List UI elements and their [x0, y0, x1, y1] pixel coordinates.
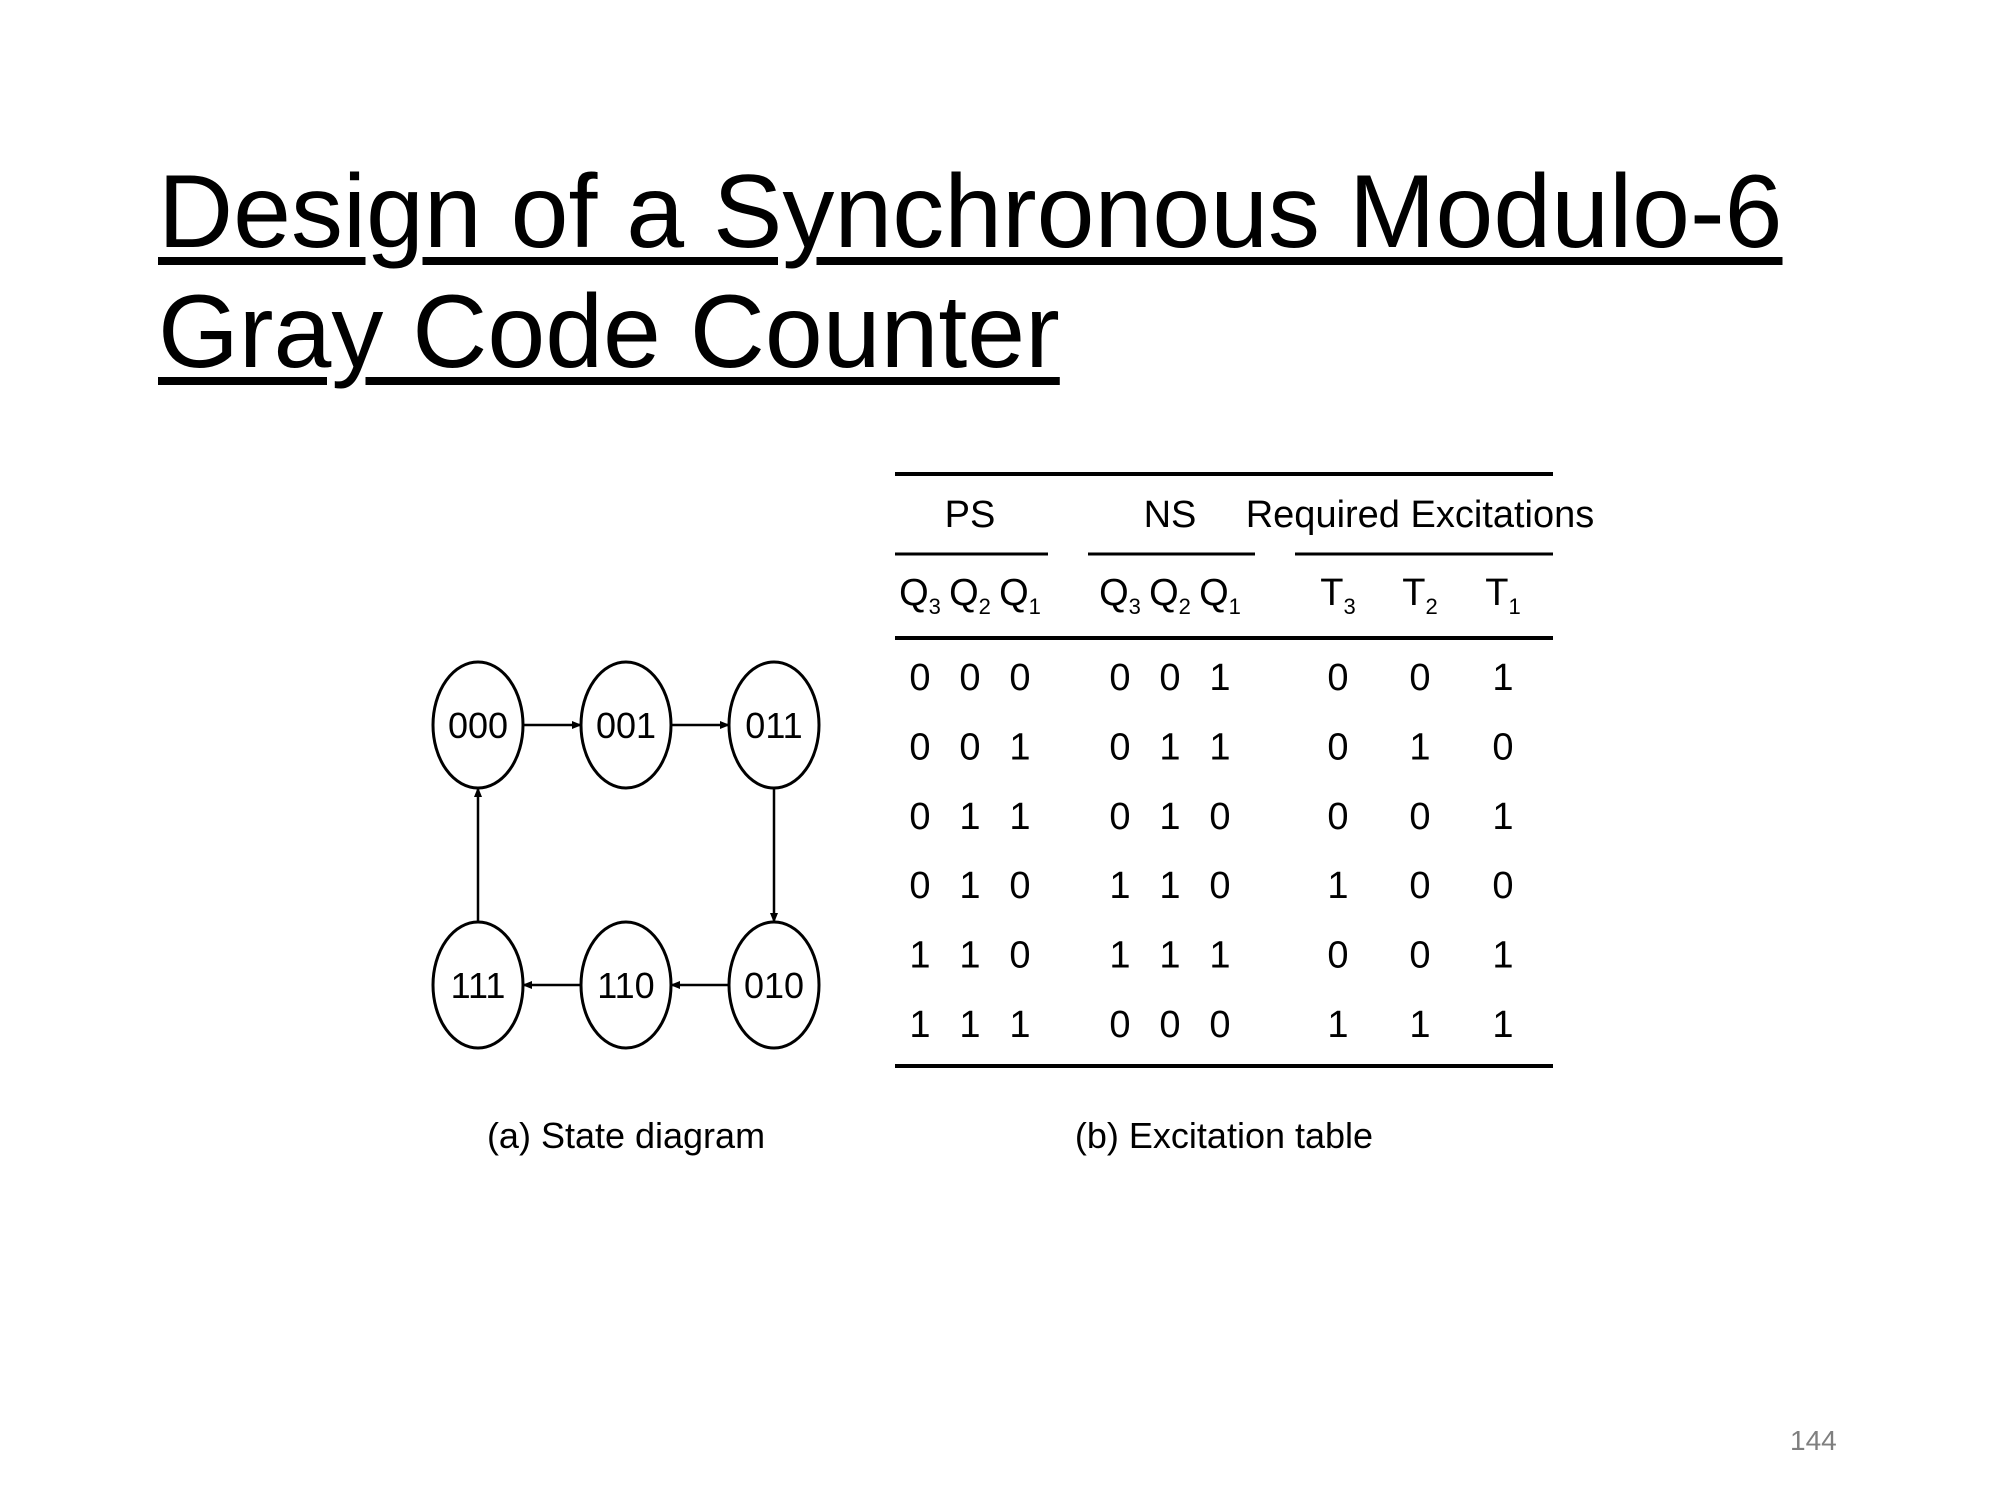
table-row: 010110100: [909, 865, 1513, 907]
column-header: Q3: [1099, 572, 1141, 619]
table-cell: 0: [1492, 726, 1513, 768]
table-cell: 0: [1109, 726, 1130, 768]
table-cell: 1: [959, 865, 980, 907]
table-cell: 1: [959, 935, 980, 977]
state-node-000: 000: [431, 660, 525, 790]
table-cell: 1: [1109, 865, 1130, 907]
table-cell: 0: [1327, 657, 1348, 699]
group-header-3: Required Excitations: [1246, 494, 1595, 536]
group-header-1: PS: [945, 494, 996, 536]
table-cell: 0: [1109, 657, 1130, 699]
table-cell: 0: [1409, 935, 1430, 977]
column-header: Q2: [1149, 572, 1191, 619]
table-row: 000001001: [909, 657, 1513, 699]
table-cell: 0: [959, 726, 980, 768]
state-label: 010: [744, 965, 804, 1006]
state-label: 011: [745, 705, 802, 746]
page-number: 144: [1790, 1425, 1837, 1456]
table-row: 011010001: [909, 796, 1513, 838]
table-cell: 0: [909, 865, 930, 907]
table-cell: 0: [1159, 657, 1180, 699]
table-cell: 1: [1492, 657, 1513, 699]
column-header: T2: [1402, 572, 1437, 619]
table-cell: 0: [909, 726, 930, 768]
column-header: T1: [1485, 572, 1520, 619]
table-cell: 1: [1109, 935, 1130, 977]
table-cell: 1: [1209, 726, 1230, 768]
table-cell: 0: [1209, 1004, 1230, 1046]
column-header: Q1: [1199, 572, 1241, 619]
table-cell: 1: [1009, 726, 1030, 768]
table-cell: 1: [909, 935, 930, 977]
table-cell: 1: [1327, 865, 1348, 907]
table-cell: 0: [1159, 1004, 1180, 1046]
figure: 000 001 011 010 110 111 (a) State diagram PS NS…: [0, 0, 2000, 1500]
table-cell: 1: [909, 1004, 930, 1046]
table-cell: 0: [909, 657, 930, 699]
table-cell: 0: [1209, 796, 1230, 838]
figure-svg: 000 001 011010110111(a) State diagram PS NS…: [431, 472, 1595, 1156]
table-cell: 1: [1159, 726, 1180, 768]
table-cell: 1: [1009, 796, 1030, 838]
column-header: T3: [1320, 572, 1355, 619]
table-cell: 1: [1492, 1004, 1513, 1046]
state-diagram: 000 001 011 010 110 111 (a) State diagram: [431, 660, 821, 1156]
table-cell: 0: [1109, 1004, 1130, 1046]
table-cell: 0: [1409, 865, 1430, 907]
group-header-2: NS: [1144, 494, 1197, 536]
table-cell: 0: [1327, 935, 1348, 977]
table-cell: 0: [1492, 865, 1513, 907]
table-cell: 0: [1409, 796, 1430, 838]
state-label: 110: [597, 965, 654, 1006]
state-node-011: 011: [727, 660, 821, 790]
state-node-001: 001: [579, 660, 673, 790]
state-label: 000: [448, 705, 508, 746]
table-cell: 0: [1009, 657, 1030, 699]
column-header: Q3: [899, 572, 941, 619]
state-label: 111: [451, 965, 506, 1006]
table-cell: 0: [1327, 796, 1348, 838]
table-cell: 1: [959, 796, 980, 838]
table-cell: 1: [1159, 796, 1180, 838]
table-cell: 0: [1327, 726, 1348, 768]
table-cell: 1: [1159, 935, 1180, 977]
table-cell: 0: [1009, 865, 1030, 907]
table-cell: 1: [1159, 865, 1180, 907]
state-diagram-caption: (a) State diagram: [487, 1115, 765, 1156]
table-cell: 0: [1009, 935, 1030, 977]
table-cell: 0: [909, 796, 930, 838]
table-cell: 0: [1109, 796, 1130, 838]
table-row: 111000111: [909, 1004, 1513, 1046]
column-header: Q2: [949, 572, 991, 619]
table-row: 110111001: [909, 935, 1513, 977]
table-cell: 0: [1409, 657, 1430, 699]
table-cell: 1: [1209, 935, 1230, 977]
table-cell: 1: [1492, 935, 1513, 977]
table-cell: 1: [1327, 1004, 1348, 1046]
table-cell: 1: [1492, 796, 1513, 838]
table-cell: 1: [1209, 657, 1230, 699]
table-cell: 1: [1409, 726, 1430, 768]
table-cell: 1: [1409, 1004, 1430, 1046]
table-row: 001011010: [909, 726, 1513, 768]
excitation-table: PS NS Required ExcitationsQ3 Q2 Q1 Q3 Q2 Q1 T3 T2…: [895, 472, 1595, 1156]
table-cell: 0: [959, 657, 980, 699]
table-cell: 1: [1009, 1004, 1030, 1046]
table-cell: 1: [959, 1004, 980, 1046]
state-node-110: 110: [579, 920, 673, 1050]
column-header: Q1: [999, 572, 1041, 619]
state-node-111: 111: [431, 920, 525, 1050]
table-cell: 0: [1209, 865, 1230, 907]
state-node-010: 010: [727, 920, 821, 1050]
excitation-table-caption: (b) Excitation table: [1075, 1115, 1373, 1156]
state-label: 001: [596, 705, 656, 746]
